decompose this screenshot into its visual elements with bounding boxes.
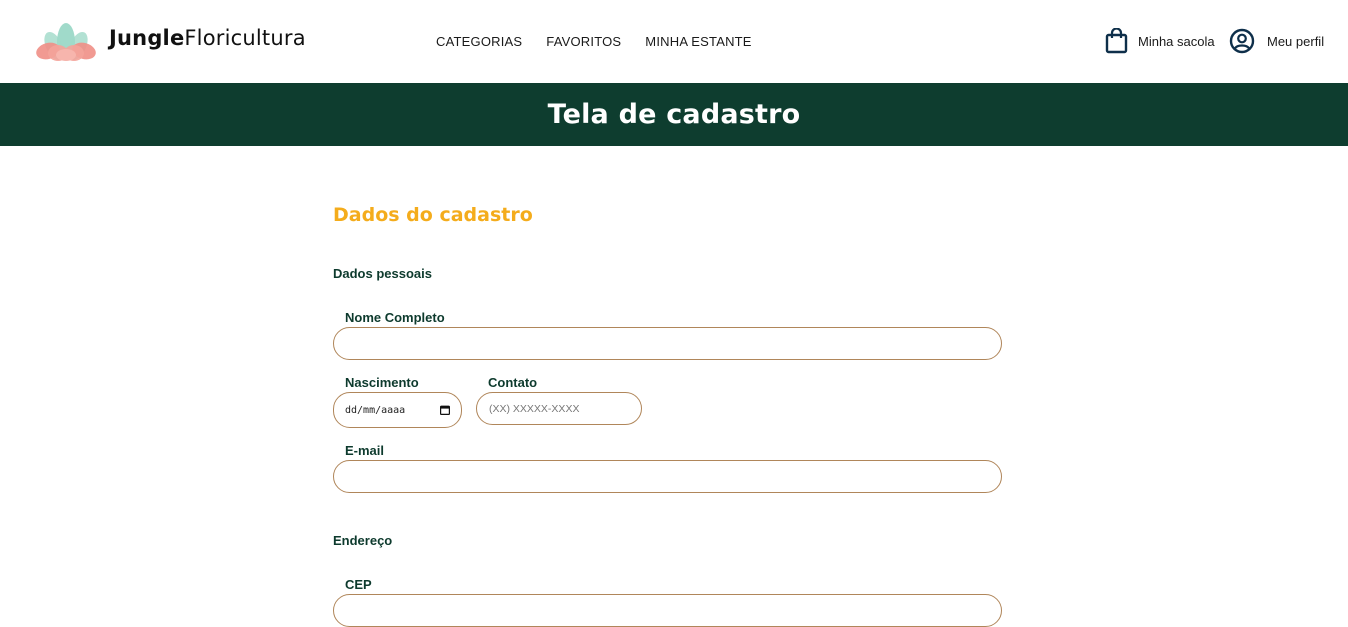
birth-date-label: Nascimento [345, 375, 419, 390]
address-heading: Endereço [333, 533, 393, 548]
email-input[interactable] [333, 460, 1002, 493]
nav-item-favoritos[interactable]: FAVORITOS [546, 34, 621, 49]
brand-logo-text[interactable]: JungleFloricultura [109, 26, 306, 50]
main-nav: CATEGORIAS FAVORITOS MINHA ESTANTE [436, 34, 752, 49]
lotus-logo-icon[interactable] [35, 20, 97, 62]
nav-item-minha-estante[interactable]: MINHA ESTANTE [645, 34, 751, 49]
form-section-title: Dados do cadastro [333, 204, 533, 226]
full-name-input[interactable] [333, 327, 1002, 360]
birth-date-placeholder: dd/mm/aaaa [345, 404, 406, 416]
top-header: JungleFloricultura CATEGORIAS FAVORITOS … [0, 0, 1348, 83]
contact-label: Contato [488, 375, 538, 390]
bag-link[interactable]: Minha sacola [1138, 34, 1215, 49]
email-label: E-mail [345, 443, 385, 458]
contact-placeholder: (XX) XXXXX-XXXX [489, 402, 580, 415]
cep-label: CEP [345, 577, 372, 592]
full-name-label: Nome Completo [345, 310, 445, 325]
page-title: Tela de cadastro [547, 99, 801, 130]
calendar-icon[interactable] [440, 405, 450, 415]
brand-name-bold: Jungle [109, 26, 185, 50]
shopping-bag-icon[interactable] [1105, 28, 1128, 54]
page-banner: Tela de cadastro [0, 83, 1348, 146]
birth-date-input[interactable]: dd/mm/aaaa [333, 392, 462, 428]
cep-input[interactable] [333, 594, 1002, 627]
brand-name-thin: Floricultura [184, 26, 306, 50]
nav-item-categorias[interactable]: CATEGORIAS [436, 34, 522, 49]
user-circle-icon[interactable] [1229, 28, 1255, 54]
contact-input[interactable]: (XX) XXXXX-XXXX [476, 392, 642, 425]
profile-link[interactable]: Meu perfil [1267, 34, 1324, 49]
personal-data-heading: Dados pessoais [333, 266, 432, 281]
